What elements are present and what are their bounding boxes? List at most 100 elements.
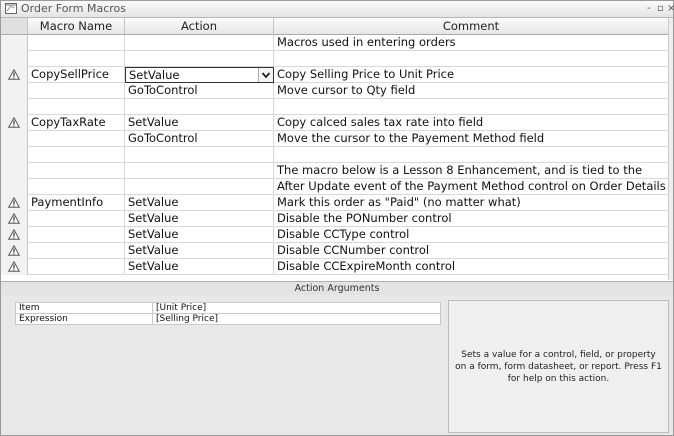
row-selector[interactable] — [1, 243, 28, 259]
action-cell[interactable] — [125, 179, 274, 195]
minimize-button[interactable]: - — [647, 2, 651, 16]
macro-name-cell[interactable] — [28, 211, 125, 227]
action-cell[interactable]: SetValue — [125, 67, 274, 83]
macro-grid: Macro Name Action Comment Macros used in… — [1, 18, 668, 280]
macro-name-cell[interactable] — [28, 131, 125, 147]
macro-icon — [5, 3, 17, 14]
row-selector[interactable] — [1, 211, 28, 227]
row-selector[interactable] — [1, 195, 28, 211]
action-cell[interactable] — [125, 147, 274, 163]
macro-row[interactable]: GoToControl Move the cursor to the Payeme… — [1, 131, 668, 147]
action-value: SetValue — [129, 68, 180, 82]
argument-row[interactable]: Expression [Selling Price] — [15, 313, 441, 325]
warning-icon — [8, 197, 20, 208]
column-header-comment[interactable]: Comment — [274, 18, 668, 34]
macro-row[interactable]: PaymentInfo SetValue Mark this order as "P… — [1, 195, 668, 211]
macro-name-cell[interactable] — [28, 147, 125, 163]
macro-name-cell[interactable]: PaymentInfo — [28, 195, 125, 211]
action-cell[interactable]: GoToControl — [125, 83, 274, 99]
row-selector[interactable] — [1, 147, 28, 163]
action-cell[interactable] — [125, 99, 274, 115]
row-selector[interactable] — [1, 83, 28, 99]
comment-cell[interactable]: Copy Selling Price to Unit Price — [274, 67, 668, 83]
macro-name-cell[interactable] — [28, 243, 125, 259]
action-cell[interactable]: SetValue — [125, 243, 274, 259]
comment-cell[interactable]: Disable CCNumber control — [274, 243, 668, 259]
comment-cell[interactable]: Move cursor to Qty field — [274, 83, 668, 99]
comment-cell[interactable]: Macros used in entering orders — [274, 35, 668, 51]
select-all-corner[interactable] — [1, 18, 28, 34]
action-cell[interactable]: GoToControl — [125, 131, 274, 147]
row-selector[interactable] — [1, 227, 28, 243]
comment-cell[interactable]: Disable CCType control — [274, 227, 668, 243]
macro-name-cell[interactable] — [28, 51, 125, 67]
argument-value[interactable]: [Selling Price] — [156, 314, 218, 324]
column-header-macro-name[interactable]: Macro Name — [28, 18, 125, 34]
comment-cell[interactable]: Copy calced sales tax rate into field — [274, 115, 668, 131]
warning-icon — [8, 117, 20, 128]
action-cell[interactable]: SetValue — [125, 195, 274, 211]
action-cell[interactable] — [125, 51, 274, 67]
restore-button[interactable]: ▫ — [657, 2, 664, 16]
warning-icon — [8, 69, 20, 80]
row-selector[interactable] — [1, 163, 28, 179]
column-header-action[interactable]: Action — [125, 18, 274, 34]
comment-cell[interactable]: After Update event of the Payment Method… — [274, 179, 668, 195]
macro-name-cell[interactable]: CopySellPrice — [28, 67, 125, 83]
action-value: SetValue — [128, 259, 179, 273]
action-cell[interactable] — [125, 163, 274, 179]
action-help-text: Sets a value for a control, field, or pr… — [448, 300, 669, 433]
action-dropdown-button[interactable] — [258, 68, 273, 82]
action-cell[interactable] — [125, 35, 274, 51]
argument-value[interactable]: [Unit Price] — [156, 303, 206, 313]
close-button[interactable]: × — [667, 2, 673, 16]
macro-row[interactable]: SetValue Disable CCExpireMonth control — [1, 259, 668, 275]
row-selector[interactable] — [1, 99, 28, 115]
action-cell[interactable]: SetValue — [125, 259, 274, 275]
row-selector[interactable] — [1, 179, 28, 195]
macro-row[interactable] — [1, 51, 668, 67]
macro-name-cell[interactable] — [28, 163, 125, 179]
action-value: SetValue — [128, 211, 179, 225]
comment-cell[interactable]: Disable CCExpireMonth control — [274, 259, 668, 275]
macro-name-cell[interactable] — [28, 259, 125, 275]
macro-name-cell[interactable]: CopyTaxRate — [28, 115, 125, 131]
comment-cell[interactable] — [274, 99, 668, 115]
macro-name-cell[interactable] — [28, 35, 125, 51]
row-selector[interactable] — [1, 35, 28, 51]
macro-name-cell[interactable] — [28, 83, 125, 99]
action-cell[interactable]: SetValue — [125, 115, 274, 131]
macro-row[interactable] — [1, 99, 668, 115]
macro-row[interactable]: CopySellPrice SetValue Copy Selling Price … — [1, 67, 668, 83]
action-cell[interactable]: SetValue — [125, 211, 274, 227]
comment-cell[interactable]: Mark this order as "Paid" (no matter wha… — [274, 195, 668, 211]
row-selector[interactable] — [1, 259, 28, 275]
macro-name-cell[interactable] — [28, 99, 125, 115]
action-value: SetValue — [128, 227, 179, 241]
macro-row[interactable] — [1, 147, 668, 163]
row-selector[interactable] — [1, 51, 28, 67]
row-selector[interactable] — [1, 115, 28, 131]
macro-row[interactable]: Macros used in entering orders — [1, 35, 668, 51]
warning-icon — [8, 229, 20, 240]
macro-row[interactable]: SetValue Disable CCType control — [1, 227, 668, 243]
macro-row[interactable]: GoToControl Move cursor to Qty field — [1, 83, 668, 99]
vertical-scrollbar[interactable] — [668, 18, 673, 280]
macro-row[interactable]: SetValue Disable the PONumber control — [1, 211, 668, 227]
comment-cell[interactable] — [274, 51, 668, 67]
macro-row[interactable]: The macro below is a Lesson 8 Enhancemen… — [1, 163, 668, 179]
action-cell[interactable]: SetValue — [125, 227, 274, 243]
macro-row[interactable]: SetValue Disable CCNumber control — [1, 243, 668, 259]
row-selector[interactable] — [1, 131, 28, 147]
comment-cell[interactable]: Disable the PONumber control — [274, 211, 668, 227]
chevron-down-icon — [261, 72, 271, 79]
comment-cell[interactable]: The macro below is a Lesson 8 Enhancemen… — [274, 163, 668, 179]
macro-name-cell[interactable] — [28, 179, 125, 195]
warning-icon — [8, 245, 20, 256]
macro-name-cell[interactable] — [28, 227, 125, 243]
comment-cell[interactable] — [274, 147, 668, 163]
macro-row[interactable]: CopyTaxRate SetValue Copy calced sales tax… — [1, 115, 668, 131]
row-selector[interactable] — [1, 67, 28, 83]
comment-cell[interactable]: Move the cursor to the Payement Method f… — [274, 131, 668, 147]
macro-row[interactable]: After Update event of the Payment Method… — [1, 179, 668, 195]
